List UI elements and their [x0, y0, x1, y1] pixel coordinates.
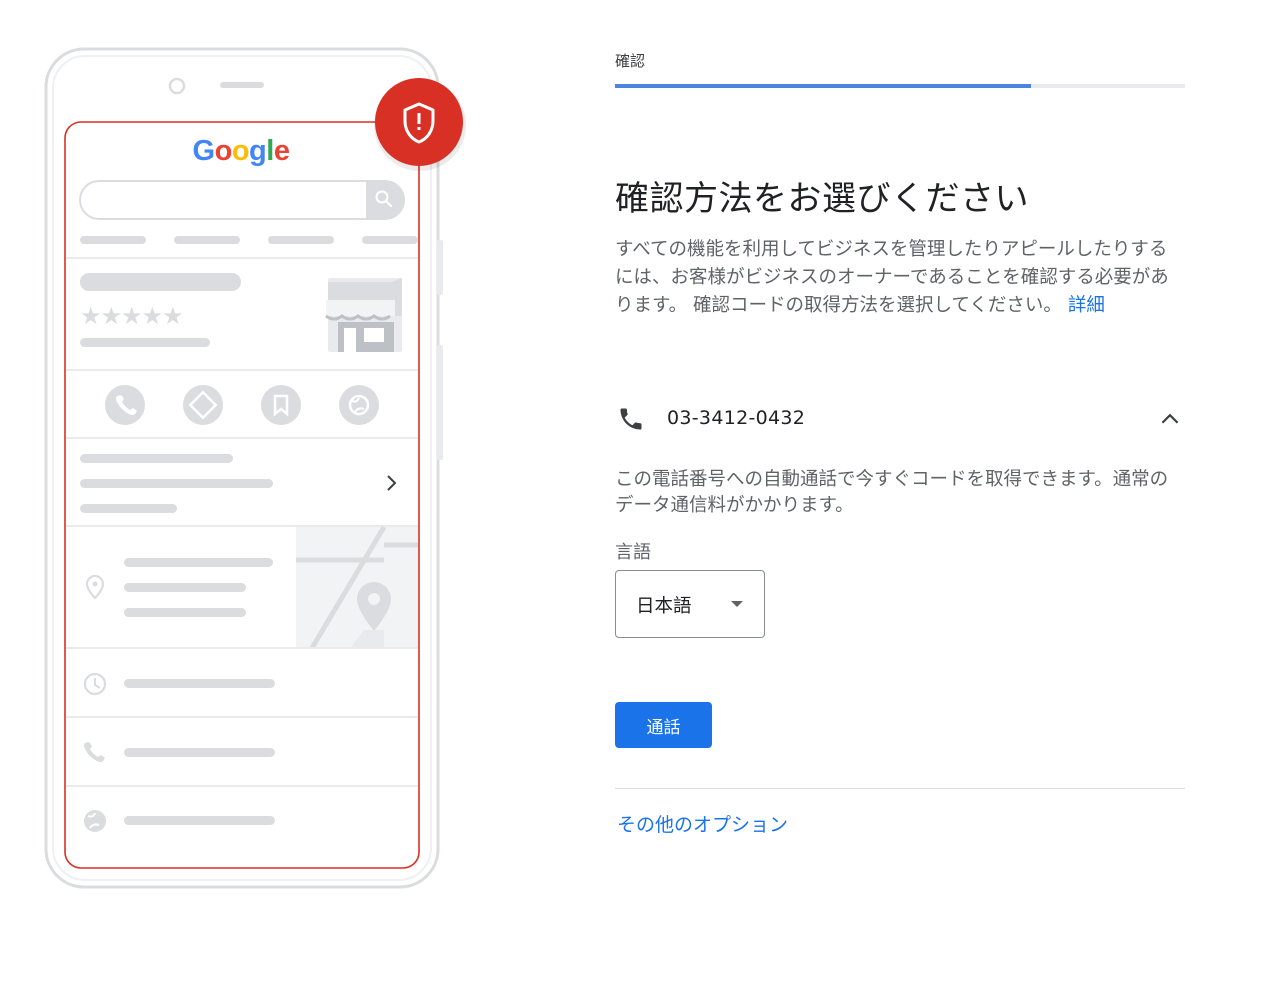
search-box [79, 180, 405, 220]
language-value: 日本語 [636, 596, 692, 617]
progress-bar [615, 84, 1185, 88]
globe-icon [84, 810, 106, 832]
storefront-icon [325, 278, 402, 352]
bookmark-action-icon [261, 385, 301, 425]
speaker-grille [220, 82, 264, 88]
call-description: この電話番号への自動通話で今すぐコードを取得できます。通常のデータ通信料がかかり… [615, 469, 1169, 516]
dropdown-arrow-icon [731, 601, 743, 607]
website-action-icon [339, 385, 379, 425]
chevron-up-icon[interactable] [1157, 406, 1183, 432]
verification-description: すべての機能を利用してビジネスを管理したりアピールしたりするには、お客様がビジネ… [615, 236, 1175, 320]
phone-number: 03-3412-0432 [667, 407, 806, 429]
google-logo: Google [193, 135, 290, 167]
divider [615, 788, 1185, 789]
progress-fill [615, 84, 1032, 88]
rating-stars: ★★★★★ [80, 302, 183, 330]
map-thumbnail [296, 525, 418, 650]
page-title: 確認方法をお選びください [615, 178, 1029, 219]
language-select[interactable]: 日本語 [615, 570, 765, 638]
shield-badge [374, 78, 466, 171]
call-button[interactable]: 通話 [615, 702, 712, 748]
phone-illustration: Google ★★★★★ [44, 47, 466, 889]
phone-icon [620, 408, 642, 430]
other-options-link[interactable]: その他のオプション [617, 810, 788, 837]
directions-action-icon [183, 385, 223, 425]
call-action-icon [105, 385, 145, 425]
language-label: 言語 [615, 542, 651, 563]
learn-more-link[interactable]: 詳細 [1068, 295, 1105, 316]
phone-option-header[interactable]: 03-3412-0432 [615, 400, 1187, 438]
step-label: 確認 [615, 52, 646, 70]
